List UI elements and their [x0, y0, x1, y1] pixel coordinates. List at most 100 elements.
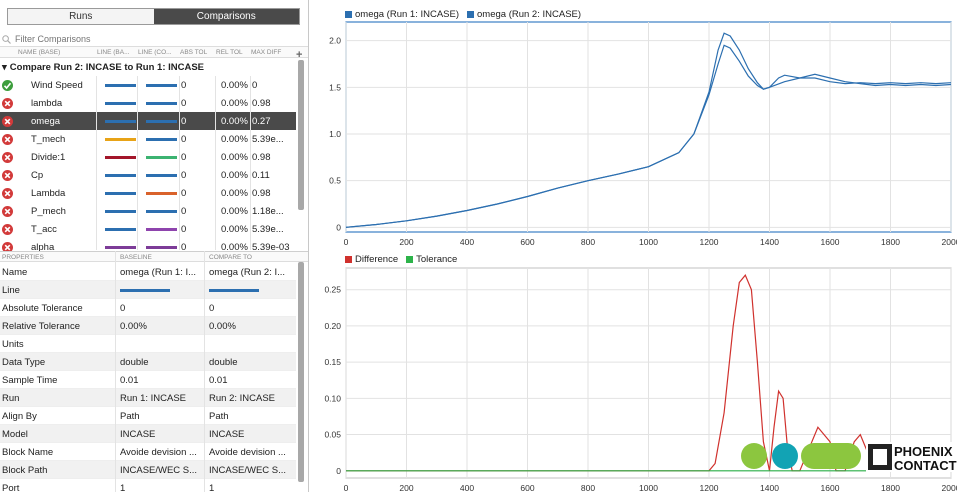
baseline-line-swatch[interactable] [105, 156, 136, 159]
y-tick-label: 0.10 [324, 393, 341, 403]
signal-row[interactable]: Divide:1 0 0.00% 0.98 [0, 148, 296, 166]
property-row[interactable]: Data Type double double [0, 353, 296, 371]
baseline-line-swatch[interactable] [105, 246, 136, 249]
x-tick-label: 600 [520, 237, 534, 247]
baseline-line-swatch[interactable] [105, 228, 136, 231]
property-row[interactable]: Run Run 1: INCASE Run 2: INCASE [0, 389, 296, 407]
signal-name: P_mech [31, 206, 66, 217]
x-tick-label: 1000 [639, 483, 658, 492]
property-row[interactable]: Units [0, 335, 296, 353]
column-divider [179, 76, 180, 250]
compare-value: 1 [209, 483, 215, 492]
baseline-value: 0.00% [120, 321, 147, 332]
x-tick-label: 1600 [821, 237, 840, 247]
property-row[interactable]: Absolute Tolerance 0 0 [0, 299, 296, 317]
signal-row[interactable]: Wind Speed 0 0.00% 0 [0, 76, 296, 94]
compare-line-swatch[interactable] [146, 174, 177, 177]
filter-input[interactable] [15, 34, 215, 44]
compare-line-swatch[interactable] [146, 156, 177, 159]
property-row[interactable]: Relative Tolerance 0.00% 0.00% [0, 317, 296, 335]
property-key: Absolute Tolerance [2, 303, 83, 314]
abs-tol-value: 0 [181, 80, 187, 91]
properties-scrollbar[interactable] [298, 262, 304, 482]
compare-line-swatch[interactable] [209, 289, 259, 292]
property-row[interactable]: Sample Time 0.01 0.01 [0, 371, 296, 389]
property-row[interactable]: Block Path INCASE/WEC S... INCASE/WEC S... [0, 461, 296, 479]
compare-line-swatch[interactable] [146, 138, 177, 141]
signal-row[interactable]: lambda 0 0.00% 0.98 [0, 94, 296, 112]
compare-line-swatch[interactable] [146, 210, 177, 213]
baseline-line-swatch[interactable] [105, 84, 136, 87]
compare-value: double [209, 357, 238, 368]
signal-name: T_mech [31, 134, 66, 145]
signal-name: Cp [31, 170, 44, 181]
column-abs-tol[interactable]: ABS TOL [180, 49, 214, 56]
max-diff-value: 0.98 [252, 152, 271, 163]
baseline-line-swatch[interactable] [120, 289, 170, 292]
property-key: Data Type [2, 357, 46, 368]
rel-tol-value: 0.00% [221, 206, 248, 217]
compare-line-swatch[interactable] [146, 84, 177, 87]
y-tick-label: 0.05 [324, 430, 341, 440]
baseline-line-swatch[interactable] [105, 138, 136, 141]
property-key: Run [2, 393, 20, 404]
property-row[interactable]: Port 1 1 [0, 479, 296, 492]
expand-icon[interactable]: ▾ [2, 62, 7, 73]
tab-runs[interactable]: Runs [8, 9, 154, 24]
property-row[interactable]: Block Name Avoide devision ... Avoide devi… [0, 443, 296, 461]
column-rel-tol[interactable]: REL TOL [216, 49, 248, 56]
property-row[interactable]: Align By Path Path [0, 407, 296, 425]
left-panel: Runs Comparisons NAME (BASE) LINE (BA...… [0, 0, 309, 492]
signal-row[interactable]: T_mech 0 0.00% 5.39e... [0, 130, 296, 148]
compare-line-swatch[interactable] [146, 120, 177, 123]
compare-line-swatch[interactable] [146, 246, 177, 249]
baseline-value: Path [120, 411, 140, 422]
compare-line-swatch[interactable] [146, 228, 177, 231]
signal-row[interactable]: omega 0 0.00% 0.27 [0, 112, 296, 130]
abs-tol-value: 0 [181, 98, 187, 109]
filter-bar [2, 33, 302, 45]
column-name[interactable]: NAME (BASE) [18, 49, 94, 56]
signal-row[interactable]: Cp 0 0.00% 0.11 [0, 166, 296, 184]
baseline-value: omega (Run 1: I... [120, 267, 197, 278]
column-line-base[interactable]: LINE (BA... [97, 49, 135, 56]
property-row[interactable]: Model INCASE INCASE [0, 425, 296, 443]
baseline-line-swatch[interactable] [105, 102, 136, 105]
signal-row[interactable]: T_acc 0 0.00% 5.39e... [0, 220, 296, 238]
fail-status-icon [2, 152, 13, 163]
baseline-line-swatch[interactable] [105, 210, 136, 213]
column-line-compare[interactable]: LINE (CO... [138, 49, 178, 56]
watermark-logo: PHOENIX CONTACT [741, 442, 957, 473]
column-max-diff[interactable]: MAX DIFF [251, 49, 295, 56]
signal-row[interactable]: Lambda 0 0.00% 0.98 [0, 184, 296, 202]
tab-comparisons[interactable]: Comparisons [153, 9, 299, 24]
baseline-value: 0.01 [120, 375, 139, 386]
column-divider [115, 251, 116, 492]
baseline-line-swatch[interactable] [105, 192, 136, 195]
baseline-value: 1 [120, 483, 126, 492]
signal-comparison-chart[interactable]: 0 200 400 600 800 1000 1200 1400 1600 1800 2000 0 0.… [310, 0, 957, 248]
rel-tol-value: 0.00% [221, 188, 248, 199]
fail-status-icon [2, 188, 13, 199]
x-tick-label: 2000 [942, 483, 957, 492]
compare-value: 0 [209, 303, 215, 314]
rel-tol-value: 0.00% [221, 152, 248, 163]
x-tick-label: 400 [460, 237, 474, 247]
compare-line-swatch[interactable] [146, 192, 177, 195]
signal-name: Divide:1 [31, 152, 66, 163]
x-tick-label: 1400 [760, 483, 779, 492]
property-row[interactable]: Name omega (Run 1: I... omega (Run 2: I... [0, 263, 296, 281]
property-row[interactable]: Line [0, 281, 296, 299]
x-tick-label: 1800 [881, 237, 900, 247]
column-divider [137, 76, 138, 250]
baseline-line-swatch[interactable] [105, 174, 136, 177]
comparison-group-header[interactable]: ▾ Compare Run 2: INCASE to Run 1: INCASE [2, 59, 302, 75]
compare-line-swatch[interactable] [146, 102, 177, 105]
signal-list-scrollbar[interactable] [298, 60, 304, 210]
compare-value: INCASE [209, 429, 245, 440]
max-diff-value: 1.18e... [252, 206, 284, 217]
signal-row[interactable]: P_mech 0 0.00% 1.18e... [0, 202, 296, 220]
baseline-line-swatch[interactable] [105, 120, 136, 123]
fail-status-icon [2, 224, 13, 235]
x-tick-label: 1000 [639, 237, 658, 247]
